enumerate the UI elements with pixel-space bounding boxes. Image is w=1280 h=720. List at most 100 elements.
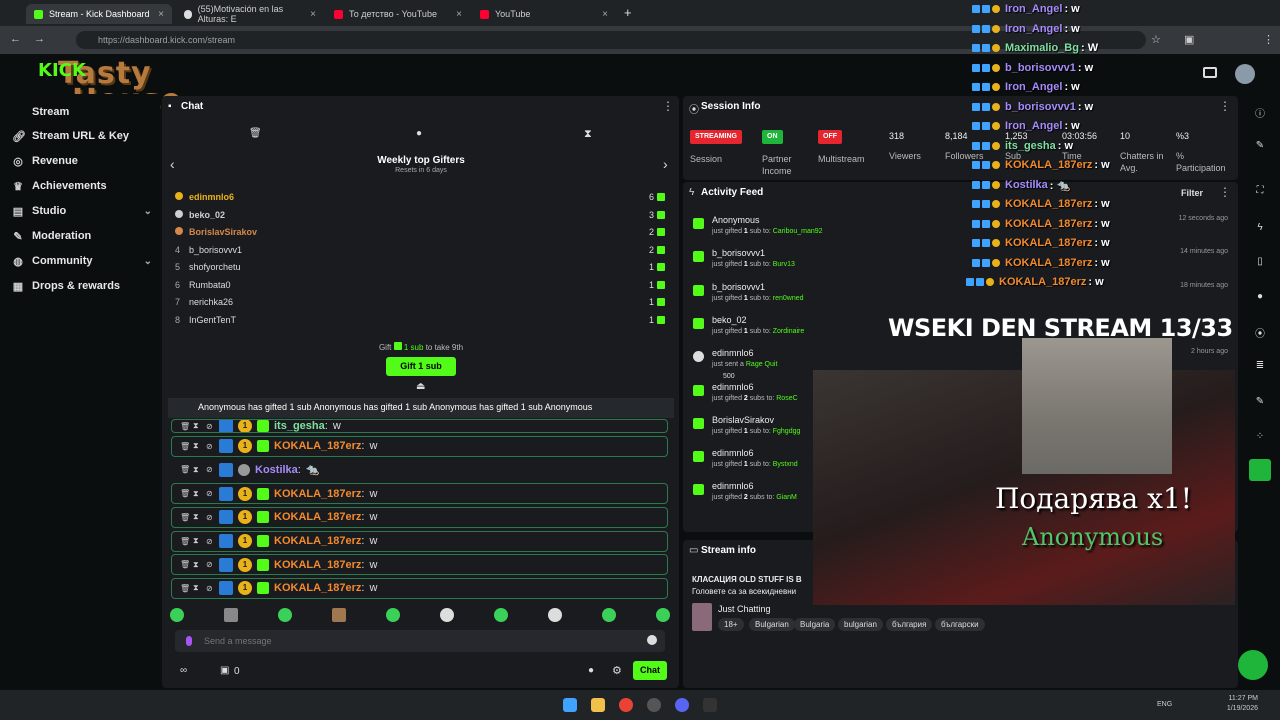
info-icon[interactable]: ⓘ	[1254, 105, 1266, 120]
clock-date[interactable]: 1/19/2026	[1222, 705, 1258, 712]
chat-username[interactable]: KOKALA_187erz	[274, 440, 361, 452]
timeout-icon[interactable]: ⧗	[193, 560, 201, 570]
sidebar-item-studio[interactable]: ▤ Studio ⌄	[12, 205, 152, 218]
ban-icon[interactable]: ⊘	[206, 422, 214, 431]
activity-menu-icon[interactable]: ⋮	[1219, 185, 1231, 199]
chat-username[interactable]: KOKALA_187erz	[274, 582, 361, 594]
timeout-icon[interactable]: ⧗	[193, 536, 201, 546]
chat-message[interactable]: 🗑︎ ⧗ ⊘ 1 KOKALA_187erz: w	[171, 435, 668, 457]
sidebar-item-drops[interactable]: ▦ Drops & rewards	[12, 280, 152, 293]
mic-icon[interactable]	[186, 636, 192, 646]
browser-menu-icon[interactable]: ⋮	[1263, 33, 1274, 46]
chat-message[interactable]: 🗑︎ ⧗ ⊘ 1 its_gesha: w	[171, 419, 668, 433]
chat-message[interactable]: 🗑︎ ⧗ ⊘ 1 KOKALA_187erz: w	[171, 506, 668, 528]
delete-icon[interactable]: 🗑︎	[180, 465, 190, 474]
ban-icon[interactable]: ⊘	[206, 489, 214, 498]
tab-motivacion[interactable]: (55)Motivación en las Alturas: E ×	[176, 4, 324, 24]
emote-icon[interactable]	[440, 608, 454, 622]
timeout-icon[interactable]: ⧗	[193, 512, 201, 522]
sidebar-item-community[interactable]: ◍ Community ⌄	[12, 255, 152, 268]
back-icon[interactable]: ←	[10, 33, 21, 45]
emote-icon[interactable]	[494, 608, 508, 622]
start-icon[interactable]	[563, 698, 577, 712]
message-input[interactable]	[204, 633, 624, 649]
delete-icon[interactable]: 🗑︎	[180, 513, 190, 522]
timeout-icon[interactable]: ⧗	[193, 421, 201, 431]
gifter-row[interactable]: 8 InGentTenT 1	[175, 312, 665, 328]
timeout-icon[interactable]: ⧗	[193, 441, 201, 451]
sidebar-item-revenue[interactable]: ◎ Revenue	[12, 155, 152, 168]
category-name[interactable]: Just Chatting	[718, 604, 771, 614]
stream-tag[interactable]: bulgarian	[838, 618, 883, 631]
avatar[interactable]	[1235, 64, 1255, 84]
send-chat-button[interactable]: Chat	[633, 661, 667, 680]
gifter-row[interactable]: 4 b_borisovvv1 2	[175, 242, 665, 258]
stream-tag[interactable]: български	[935, 618, 985, 631]
monitor-icon[interactable]	[1203, 67, 1217, 78]
chat-bubble-icon[interactable]: ●	[588, 665, 594, 676]
tab-kick-dashboard[interactable]: Stream - Kick Dashboard ×	[26, 4, 172, 24]
lightning-icon[interactable]: ϟ	[1254, 222, 1266, 234]
active-tool-icon[interactable]	[1249, 459, 1271, 481]
broadcast-rail-icon[interactable]: ⦿	[1254, 325, 1266, 340]
emote-icon[interactable]	[224, 608, 238, 622]
share-icon[interactable]: ⁘	[1254, 431, 1266, 443]
chat-message[interactable]: 🗑︎ ⧗ ⊘ Kostilka: 🐀	[171, 459, 668, 480]
trash-icon[interactable]: 🗑︎	[249, 128, 262, 139]
gifter-row[interactable]: edinmnlo6 6	[175, 189, 665, 205]
stream-tag[interactable]: 18+	[718, 618, 744, 631]
gifter-row[interactable]: beko_02 3	[175, 207, 665, 223]
chat-message[interactable]: 🗑︎ ⧗ ⊘ 1 KOKALA_187erz: w	[171, 530, 668, 552]
chat-rail-icon[interactable]: ●	[1254, 291, 1266, 303]
ban-icon[interactable]: ⊘	[206, 560, 214, 569]
close-tab-icon[interactable]: ×	[158, 9, 164, 20]
kick-logo[interactable]: KICK	[38, 60, 86, 81]
chevron-right-icon[interactable]: ›	[663, 156, 668, 172]
stream-tag[interactable]: Bulgaria	[794, 618, 836, 631]
extensions-icon[interactable]: ▣	[1184, 33, 1194, 46]
sidebar-item-achievements[interactable]: ♛ Achievements	[12, 180, 152, 193]
gift-sub-button[interactable]: Gift 1 sub	[386, 357, 456, 376]
chat-username[interactable]: KOKALA_187erz	[274, 559, 361, 571]
support-chat-icon[interactable]	[1238, 650, 1268, 680]
timeout-icon[interactable]: ⧗	[193, 465, 201, 475]
tab-youtube[interactable]: YouTube ×	[472, 4, 616, 24]
fullscreen-icon[interactable]: ⛶	[1254, 185, 1266, 197]
emote-icon[interactable]	[170, 608, 184, 622]
gifter-row[interactable]: 7 nerichka26 1	[175, 294, 665, 310]
timeout-icon[interactable]: ⧗	[193, 583, 201, 593]
explorer-icon[interactable]	[591, 698, 605, 712]
chat-username[interactable]: KOKALA_187erz	[274, 511, 361, 523]
delete-icon[interactable]: 🗑︎	[180, 560, 190, 569]
delete-icon[interactable]: 🗑︎	[180, 489, 190, 498]
emote-icon[interactable]	[602, 608, 616, 622]
sidebar-item-moderation[interactable]: ✎ Moderation	[12, 230, 152, 243]
ban-icon[interactable]: ⊘	[206, 513, 214, 522]
category-thumbnail[interactable]	[692, 603, 712, 631]
phone-icon[interactable]: ▯	[1254, 256, 1266, 268]
bookmark-star-icon[interactable]: ☆	[1151, 33, 1161, 46]
delete-icon[interactable]: 🗑︎	[180, 584, 190, 593]
pencil-icon[interactable]: ✎	[1254, 140, 1266, 152]
emote-icon[interactable]	[278, 608, 292, 622]
activity-item[interactable]: b_borisovvv1 just gifted 1 sub to: Burv13…	[693, 248, 1228, 278]
delete-icon[interactable]: 🗑︎	[180, 422, 190, 431]
gifter-row[interactable]: BorislavSirakov 2	[175, 224, 665, 240]
layers-icon[interactable]: ≣	[1254, 360, 1266, 372]
emote-icon[interactable]	[548, 608, 562, 622]
speech-bubble-icon[interactable]: ●	[416, 128, 422, 139]
timeout-icon[interactable]: ⧗	[193, 489, 201, 499]
chevron-left-icon[interactable]: ‹	[170, 156, 175, 172]
session-menu-icon[interactable]: ⋮	[1219, 99, 1231, 113]
tab-youtube-detstvo[interactable]: То детство - YouTube ×	[326, 4, 470, 24]
gear-icon[interactable]: ⚙	[612, 664, 622, 677]
emote-icon[interactable]	[656, 608, 670, 622]
chat-message[interactable]: 🗑︎ ⧗ ⊘ 1 KOKALA_187erz: w	[171, 554, 668, 576]
stream-tag[interactable]: Bulgarian	[749, 618, 795, 631]
ban-icon[interactable]: ⊘	[206, 537, 214, 546]
gifter-row[interactable]: 5 shofyorchetu 1	[175, 259, 665, 275]
ban-icon[interactable]: ⊘	[206, 465, 214, 474]
terminal-icon[interactable]	[703, 698, 717, 712]
emoji-icon[interactable]	[647, 635, 657, 645]
wrench-rail-icon[interactable]: ✎	[1254, 396, 1266, 408]
